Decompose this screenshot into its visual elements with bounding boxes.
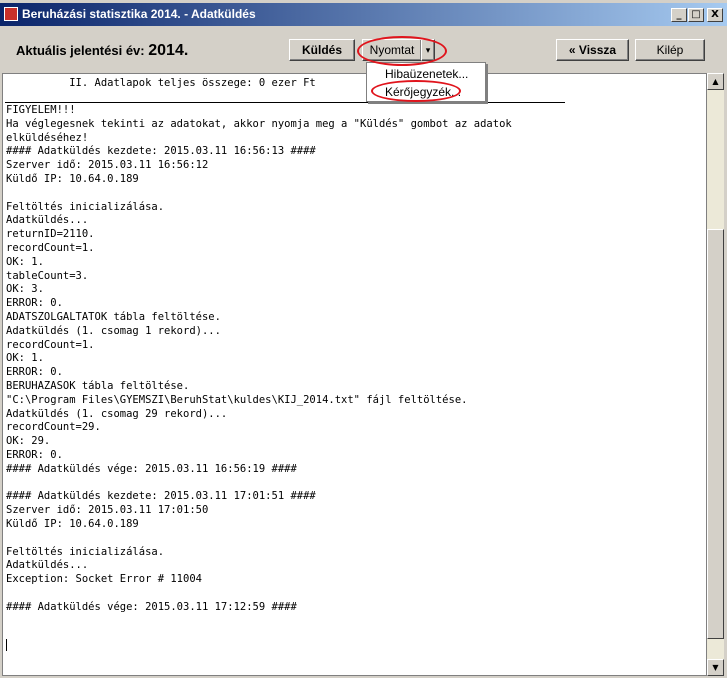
reporting-year-text: Aktuális jelentési év: [16,43,145,58]
vertical-scrollbar[interactable]: ▲ ▼ [707,73,724,676]
window-title: Beruházási statisztika 2014. - Adatküldé… [22,7,256,21]
app-window: Beruházási statisztika 2014. - Adatküldé… [0,0,727,678]
scroll-down-arrow-icon[interactable]: ▼ [707,659,724,676]
menu-item-request-list[interactable]: Kérőjegyzék... [385,85,461,99]
close-button[interactable]: X [707,8,723,22]
print-dropdown-arrow-icon[interactable]: ▾ [421,39,435,61]
exit-button[interactable]: Kilép [635,39,705,61]
send-button[interactable]: Küldés [289,39,355,61]
reporting-year-value: 2014. [148,42,189,59]
log-text: FIGYELEM!!! Ha véglegesnek tekinti az ad… [6,104,512,613]
log-output-area[interactable]: II. Adatlapok teljes összege: 0 ezer Ft … [2,73,707,676]
maximize-button[interactable]: □ [688,8,704,22]
menu-item-error-messages[interactable]: Hibaüzenetek... [385,67,468,81]
minimize-button[interactable]: _ [671,8,687,22]
print-dropdown-menu: Hibaüzenetek... Kérőjegyzék... [366,62,486,102]
scroll-thumb[interactable] [707,229,724,639]
toolbar: Aktuális jelentési év: 2014. Küldés Nyom… [0,26,727,74]
back-button[interactable]: « Vissza [556,39,629,61]
reporting-year-label: Aktuális jelentési év: 2014. [16,42,188,60]
text-caret [6,639,7,651]
title-bar[interactable]: Beruházási statisztika 2014. - Adatküldé… [0,3,727,26]
app-icon [4,7,18,21]
log-header-line: II. Adatlapok teljes összege: 0 ezer Ft [6,77,316,89]
scroll-up-arrow-icon[interactable]: ▲ [707,73,724,90]
separator-line [5,102,565,103]
print-button[interactable]: Nyomtat [362,39,422,61]
